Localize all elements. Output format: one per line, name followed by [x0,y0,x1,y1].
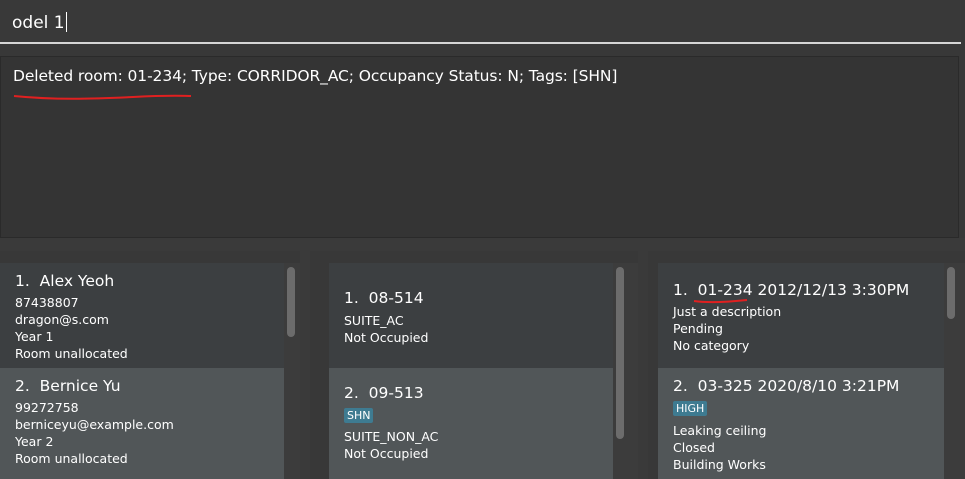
command-box[interactable]: odel 1 [0,0,961,44]
resident-list: 1. Alex Yeoh 87438807 dragon@s.com Year … [0,263,300,479]
resident-room: Room unallocated [15,346,128,361]
command-input[interactable]: odel 1 [12,12,67,33]
room-title: 2. 09-513 [344,384,424,402]
issue-room: 01-234 [697,281,753,299]
room-type: SUITE_AC [344,313,404,328]
resident-room: Room unallocated [15,451,128,466]
issue-category: No category [673,338,750,353]
issue-title: 1. 01-234 2012/12/13 3:30PM [673,281,910,299]
issue-room: 03-325 [697,377,753,395]
result-message: Deleted room: 01-234; Type: CORRIDOR_AC;… [13,67,618,85]
issue-category: Building Works [673,457,766,472]
room-list-panel: 1. 08-514 SUITE_AC Not Occupied 2. 09-51… [310,251,638,479]
issue-status: Pending [673,321,723,336]
issue-card[interactable]: 2. 03-325 2020/8/10 3:21PM HIGH Leaking … [658,368,944,479]
command-input-value: odel 1 [12,13,65,33]
resident-card[interactable]: 2. Bernice Yu 99272758 berniceyu@example… [0,368,284,479]
resident-email: berniceyu@example.com [15,417,174,432]
issue-scrollbar-thumb[interactable] [947,267,955,319]
room-status: Not Occupied [344,330,429,345]
issue-scrollbar[interactable] [945,263,957,479]
issue-description: Leaking ceiling [673,423,767,438]
resident-card[interactable]: 1. Alex Yeoh 87438807 dragon@s.com Year … [0,263,284,368]
red-underline-annotation [13,94,192,100]
panel-separator [300,251,310,479]
room-title: 1. 08-514 [344,289,424,307]
room-card[interactable]: 1. 08-514 SUITE_AC Not Occupied [329,263,613,368]
resident-title: 2. Bernice Yu [15,377,121,395]
panel-divider [0,238,965,251]
issue-datetime: 2020/8/10 3:21PM [757,377,900,395]
room-tag: SHN [344,408,374,423]
resident-year: Year 2 [15,434,54,449]
resident-scrollbar[interactable] [285,263,297,479]
resident-list-panel: 1. Alex Yeoh 87438807 dragon@s.com Year … [0,251,300,479]
room-scrollbar[interactable] [614,263,626,479]
room-list: 1. 08-514 SUITE_AC Not Occupied 2. 09-51… [329,263,638,479]
room-type: SUITE_NON_AC [344,429,439,444]
result-display: Deleted room: 01-234; Type: CORRIDOR_AC;… [0,56,959,238]
panel-separator [638,251,648,479]
resident-phone: 99272758 [15,400,79,415]
resident-year: Year 1 [15,329,54,344]
issue-status: Closed [673,440,715,455]
resident-email: dragon@s.com [15,312,109,327]
resident-phone: 87438807 [15,295,79,310]
issue-title: 2. 03-325 2020/8/10 3:21PM [673,377,900,395]
resident-scrollbar-thumb[interactable] [287,267,295,337]
text-caret [65,12,67,32]
room-card[interactable]: 2. 09-513 SHN SUITE_NON_AC Not Occupied [329,368,613,479]
issue-list-panel: 1. 01-234 2012/12/13 3:30PM Just a descr… [648,251,965,479]
resident-title: 1. Alex Yeoh [15,272,115,290]
issue-description: Just a description [673,304,782,319]
room-scrollbar-thumb[interactable] [616,267,624,439]
room-status: Not Occupied [344,446,429,461]
issue-datetime: 2012/12/13 3:30PM [757,281,910,299]
issue-card[interactable]: 1. 01-234 2012/12/13 3:30PM Just a descr… [658,263,944,368]
issue-tag: HIGH [673,401,708,416]
issue-list: 1. 01-234 2012/12/13 3:30PM Just a descr… [658,263,965,479]
